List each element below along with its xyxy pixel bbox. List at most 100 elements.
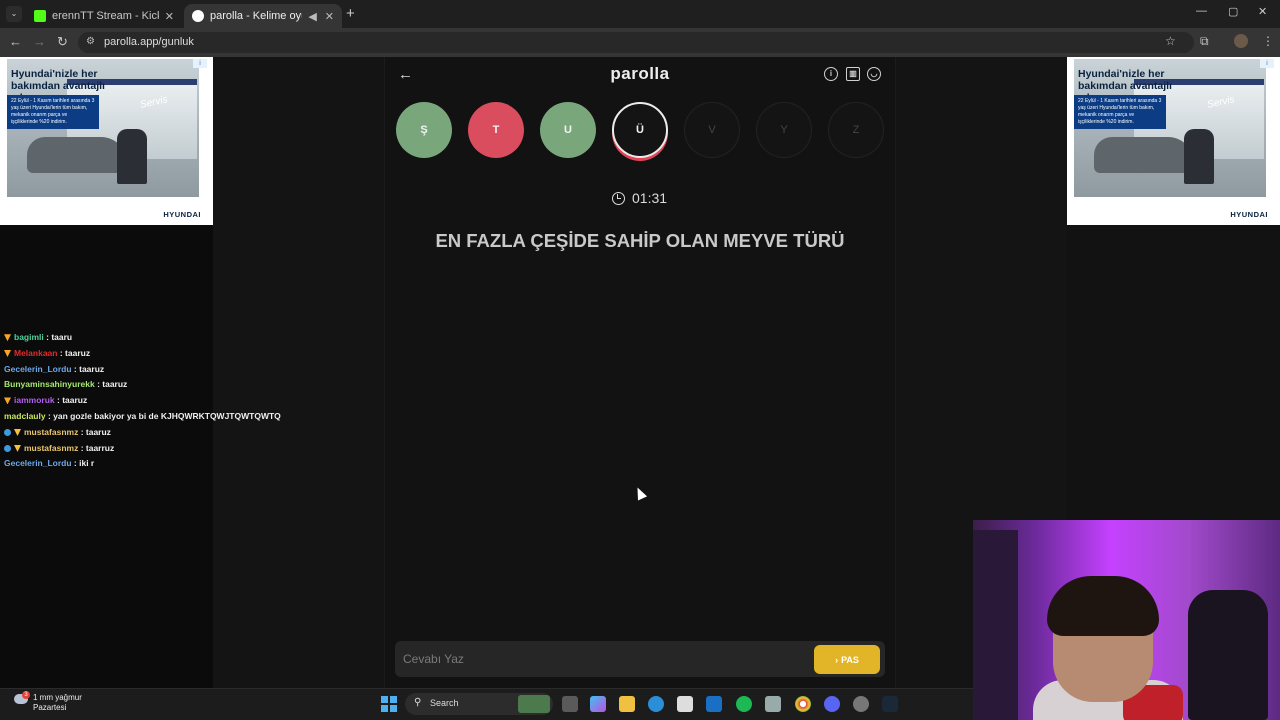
bookmark-star-icon[interactable]: ☆ bbox=[1165, 34, 1176, 48]
address-bar[interactable] bbox=[78, 32, 1194, 53]
chat-badge-icon bbox=[14, 444, 21, 452]
chat-message: Bunyaminsahinyurekk : taaruz bbox=[4, 379, 128, 390]
hyundai-ad-right[interactable]: Hyundai'nizle her bakımdan avantajlı çık… bbox=[1067, 57, 1280, 225]
kick-favicon-icon bbox=[34, 10, 46, 22]
browser-menu-icon[interactable]: ⋮ bbox=[1262, 34, 1274, 48]
search-label: Search bbox=[430, 698, 459, 708]
chat-text: taarruz bbox=[85, 442, 115, 453]
letter-circle: Ü bbox=[612, 102, 668, 158]
chat-username[interactable]: bagimli bbox=[14, 332, 44, 342]
extensions-icon[interactable]: ⧉ bbox=[1200, 34, 1209, 49]
letter-char: Ü bbox=[636, 124, 644, 136]
chat-message: madclauly : yan gozle bakiyor ya bi de K… bbox=[4, 411, 281, 421]
minimize-button[interactable]: — bbox=[1196, 5, 1207, 17]
hyundai-logo: HYUNDAI bbox=[1230, 210, 1268, 219]
tab-kick-dashboard[interactable]: erennTT Stream - Kick Dashboar ✕ bbox=[26, 4, 182, 28]
answer-input[interactable] bbox=[403, 650, 803, 668]
windows-start-icon[interactable] bbox=[381, 696, 397, 712]
chrome-icon[interactable] bbox=[795, 696, 811, 712]
info-icon[interactable]: i bbox=[824, 67, 838, 81]
weather-widget[interactable]: 1 mm yağmur Pazartesi bbox=[33, 693, 82, 713]
tab-search-button[interactable]: ⌄ bbox=[6, 6, 22, 22]
adchoices-icon[interactable]: i bbox=[1260, 59, 1274, 68]
chat-username[interactable]: mustafasnmz bbox=[24, 443, 78, 453]
letter-char: Y bbox=[780, 124, 788, 136]
user-icon[interactable]: ◡ bbox=[867, 67, 881, 81]
chat-text: yan gozle bakiyor ya bi de KJHQWRKTQWJTQ… bbox=[53, 411, 281, 421]
chat-username[interactable]: Bunyaminsahinyurekk bbox=[4, 379, 95, 389]
forward-icon[interactable]: → bbox=[33, 34, 46, 49]
site-info-icon[interactable]: ⚙ bbox=[86, 36, 95, 47]
chat-badge-icon bbox=[4, 429, 11, 437]
chat-badge-icon bbox=[4, 444, 11, 452]
hyundai-logo: HYUNDAI bbox=[163, 210, 201, 219]
new-tab-button[interactable]: + bbox=[346, 5, 355, 22]
letter-char: Ş bbox=[420, 124, 428, 136]
chat-username[interactable]: Gecelerin_Lordu bbox=[4, 458, 72, 468]
weather-line1: 1 mm yağmur bbox=[33, 693, 82, 702]
close-tab-icon[interactable]: ✕ bbox=[325, 10, 334, 23]
chat-message: mustafasnmz : taarruz bbox=[4, 443, 114, 453]
search-highlight-icon[interactable] bbox=[518, 695, 550, 713]
pass-label: PAS bbox=[841, 654, 859, 665]
profile-avatar[interactable] bbox=[1234, 34, 1248, 48]
obs-icon[interactable] bbox=[853, 696, 869, 712]
outlook-icon[interactable] bbox=[706, 696, 722, 712]
steam-icon[interactable] bbox=[882, 696, 898, 712]
tab-parolla[interactable]: parolla - Kelime oyunu. Gün ◀ ✕ bbox=[184, 4, 342, 28]
edge-icon[interactable] bbox=[648, 696, 664, 712]
spotify-icon[interactable] bbox=[736, 696, 752, 712]
close-window-button[interactable]: ✕ bbox=[1258, 5, 1267, 18]
copilot-icon[interactable] bbox=[590, 696, 606, 712]
audio-icon[interactable]: ◀ bbox=[308, 10, 316, 23]
store-icon[interactable] bbox=[677, 696, 693, 712]
reload-icon[interactable]: ↻ bbox=[57, 34, 68, 50]
hyundai-ad-left[interactable]: Hyundai'nizle her bakımdan avantajlı çık… bbox=[0, 57, 213, 225]
chat-username[interactable]: Gecelerin_Lordu bbox=[4, 364, 72, 374]
chat-badge-icon bbox=[14, 429, 21, 437]
chat-badge-icon bbox=[4, 397, 11, 405]
clock-icon bbox=[612, 191, 625, 205]
right-panel bbox=[1067, 225, 1280, 520]
pass-button[interactable]: › PAS bbox=[814, 645, 880, 674]
chat-text: taaruz bbox=[79, 363, 105, 374]
chat-username[interactable]: madclauly bbox=[4, 411, 46, 421]
file-explorer-icon[interactable] bbox=[619, 696, 635, 712]
letter-circle: T bbox=[468, 102, 524, 158]
tab-title: parolla - Kelime oyunu. Gün bbox=[210, 10, 302, 22]
chat-text: taaruz bbox=[85, 426, 111, 437]
chat-text: taaruz bbox=[65, 347, 91, 358]
chat-message: Gecelerin_Lordu : taaruz bbox=[4, 363, 105, 374]
left-gutter bbox=[213, 57, 384, 688]
back-icon[interactable]: ← bbox=[9, 34, 22, 49]
chat-username[interactable]: iammoruk bbox=[14, 395, 55, 405]
chat-text: taaruz bbox=[102, 379, 128, 390]
page-title[interactable]: parolla bbox=[560, 64, 720, 84]
maximize-button[interactable]: ▢ bbox=[1228, 5, 1238, 18]
adchoices-icon[interactable]: i bbox=[193, 59, 207, 68]
chat-message: Gecelerin_Lordu : iki r bbox=[4, 458, 95, 469]
app-icon[interactable] bbox=[765, 696, 781, 712]
chat-username[interactable]: Melankaan bbox=[14, 348, 57, 358]
chat-message: iammoruk : taaruz bbox=[4, 395, 87, 405]
chat-badge-icon bbox=[4, 334, 11, 342]
chat-panel bbox=[0, 225, 213, 688]
chat-username[interactable]: mustafasnmz bbox=[24, 427, 78, 437]
ad-promo: 22 Eylül - 1 Kasım tarihleri arasında 3 … bbox=[1074, 95, 1166, 129]
close-tab-icon[interactable]: ✕ bbox=[165, 10, 174, 23]
discord-icon[interactable] bbox=[824, 696, 840, 712]
task-view-icon[interactable] bbox=[562, 696, 578, 712]
back-arrow-icon[interactable]: ← bbox=[398, 66, 413, 83]
ad-promo: 22 Eylül - 1 Kasım tarihleri arasında 3 … bbox=[7, 95, 99, 129]
chat-text: taaru bbox=[51, 332, 73, 342]
webcam-overlay bbox=[973, 520, 1280, 720]
chat-text: iki r bbox=[79, 458, 95, 469]
weather-line2: Pazartesi bbox=[33, 703, 67, 712]
question-text: EN FAZLA ÇEŞİDE SAHİP OLAN MEYVE TÜRÜ bbox=[435, 230, 845, 251]
stats-icon[interactable]: ▥ bbox=[846, 67, 860, 81]
timer-value: 01:31 bbox=[632, 190, 668, 206]
letter-circle: Ş bbox=[396, 102, 452, 158]
letter-char: U bbox=[564, 124, 572, 136]
chat-message: bagimli : taaru bbox=[4, 332, 72, 342]
url-text[interactable]: parolla.app/gunluk bbox=[104, 36, 194, 48]
